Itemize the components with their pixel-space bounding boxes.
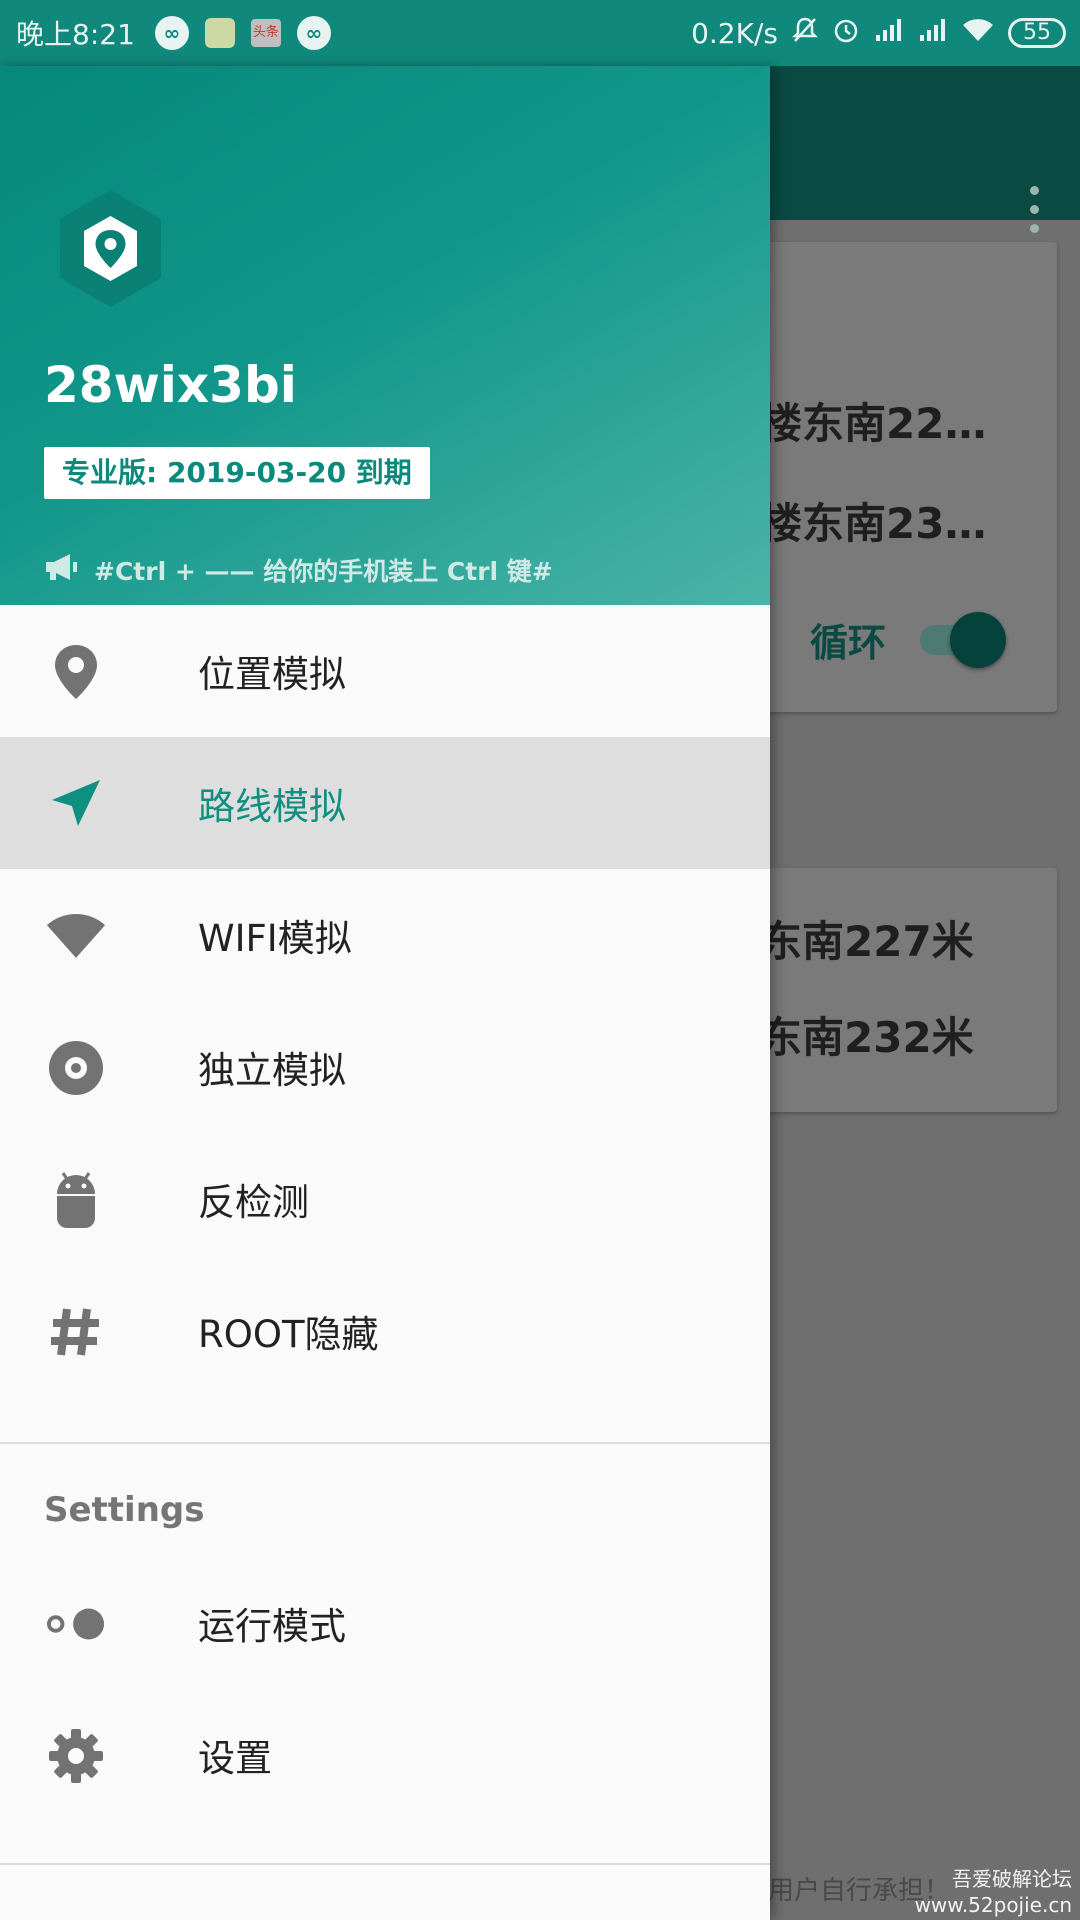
loop-label: 循环 (810, 621, 887, 665)
menu-label: ROOT隐藏 (198, 1313, 379, 1356)
megaphone-icon (44, 552, 80, 588)
announcement-text: #Ctrl + —— 给你的手机装上 Ctrl 键# (94, 557, 553, 586)
menu-label: 独立模拟 (198, 1049, 346, 1092)
navigation-arrow-icon (46, 774, 106, 834)
android-icon (46, 1170, 106, 1230)
game-app-icon (204, 18, 235, 48)
menu-divider (0, 1442, 770, 1444)
announcement[interactable]: #Ctrl + —— 给你的手机装上 Ctrl 键# (44, 552, 553, 588)
menu-item-route-simulation[interactable]: 路线模拟 (0, 737, 770, 869)
license-badge: 专业版: 2019-03-20 到期 (44, 447, 430, 499)
hash-icon (46, 1302, 106, 1362)
gear-icon (46, 1726, 106, 1786)
more-options-icon[interactable] (1030, 186, 1039, 233)
background-toolbar (768, 66, 1080, 233)
menu-label: WIFI模拟 (198, 917, 352, 960)
settings-section-title: Settings (44, 1490, 205, 1530)
location-pin-icon (46, 642, 106, 702)
wifi-status-icon (962, 17, 994, 50)
menu-label: 设置 (198, 1737, 272, 1780)
drawer-header: 28wix3bi 专业版: 2019-03-20 到期 #Ctrl + —— 给… (0, 66, 770, 605)
news-app-icon: 头条 (250, 19, 281, 47)
menu-label: 反检测 (198, 1181, 309, 1224)
signal-icon (874, 17, 904, 50)
route-start-text: 楼东南22… (760, 399, 987, 448)
disc-icon (46, 1038, 106, 1098)
menu-divider-bottom (0, 1863, 770, 1865)
watermark: 吾爱破解论坛 www.52pojie.cn (915, 1866, 1072, 1918)
username: 28wix3bi (44, 356, 297, 414)
menu-item-location-simulation[interactable]: 位置模拟 (0, 605, 770, 737)
menu-label: 路线模拟 (198, 785, 346, 828)
loop-switch-thumb[interactable] (950, 612, 1006, 668)
menu-label: 运行模式 (198, 1605, 346, 1648)
alarm-icon (832, 16, 860, 51)
signal-icon-2 (918, 17, 948, 50)
navigation-drawer: 28wix3bi 专业版: 2019-03-20 到期 #Ctrl + —— 给… (0, 66, 770, 1920)
distance-line-2: 东南232米 (760, 1013, 974, 1062)
menu-label: 位置模拟 (198, 653, 346, 696)
infinity-app-icon-2: ∞ (296, 16, 331, 50)
battery-level: 55 (1008, 18, 1066, 48)
route-end-text: 楼东南23… (760, 499, 987, 548)
app-logo-icon (48, 186, 173, 311)
watermark-url: www.52pojie.cn (914, 1893, 1072, 1917)
infinity-app-icon: ∞ (154, 16, 189, 50)
menu-item-run-mode[interactable]: 运行模式 (0, 1557, 770, 1689)
distance-line-1: 东南227米 (760, 917, 974, 966)
toggle-mode-icon (46, 1594, 106, 1654)
mute-bell-icon (791, 16, 819, 51)
menu-item-independent-simulation[interactable]: 独立模拟 (0, 1001, 770, 1133)
network-speed: 0.2K/s (691, 16, 778, 50)
status-bar: 晚上8:21 ∞ 头条 ∞ 0.2K/s 55 (0, 0, 1080, 66)
status-time: 晚上8:21 (16, 18, 135, 51)
watermark-title: 吾爱破解论坛 (952, 1867, 1072, 1891)
menu-item-anti-detection[interactable]: 反检测 (0, 1133, 770, 1265)
wifi-icon (46, 906, 106, 966)
menu-item-root-hide[interactable]: ROOT隐藏 (0, 1265, 770, 1397)
menu-item-settings[interactable]: 设置 (0, 1689, 770, 1821)
menu-item-wifi-simulation[interactable]: WIFI模拟 (0, 869, 770, 1001)
